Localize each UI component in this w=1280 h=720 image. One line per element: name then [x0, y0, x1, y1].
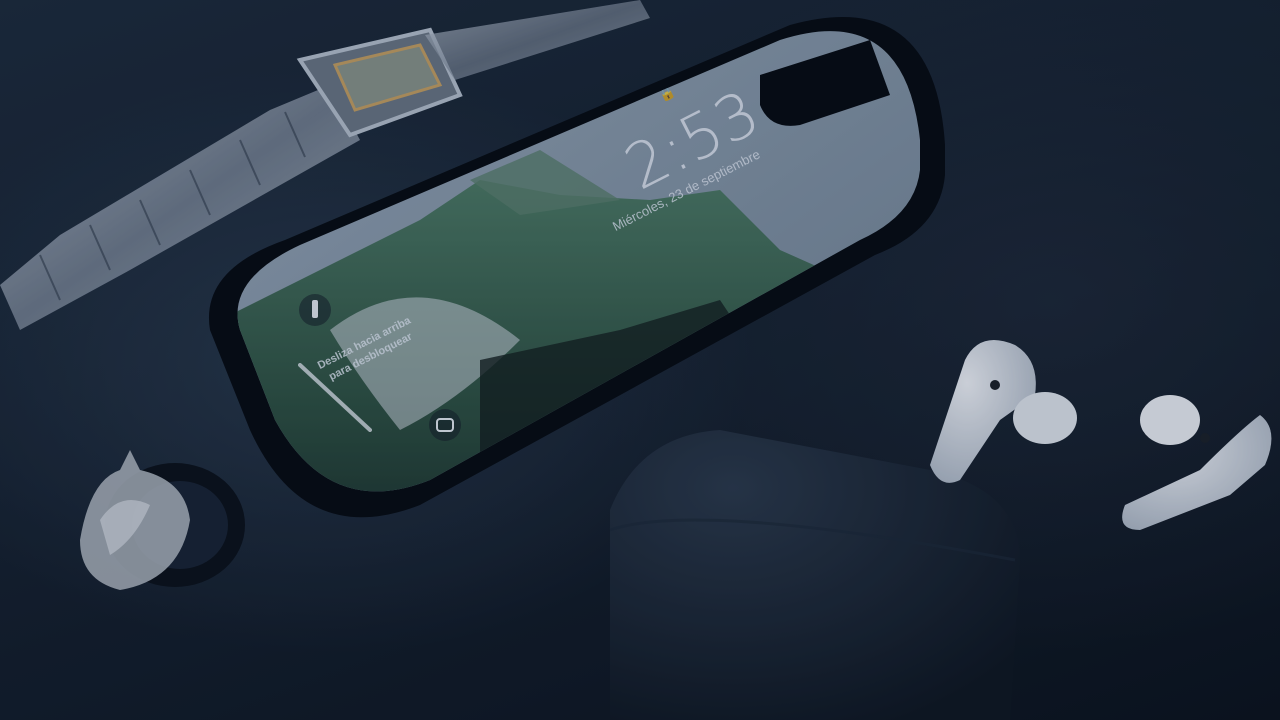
photo-illustration: 🔒 2:53 Miércoles, 23 de septiembre Desli…: [0, 0, 1272, 720]
ring: [80, 450, 245, 590]
photo-scene: 🔒 2:53 Miércoles, 23 de septiembre Desli…: [0, 0, 1280, 720]
earbud-right: [1122, 395, 1272, 530]
earbud-left: [930, 340, 1077, 483]
camera-icon: [429, 409, 461, 441]
